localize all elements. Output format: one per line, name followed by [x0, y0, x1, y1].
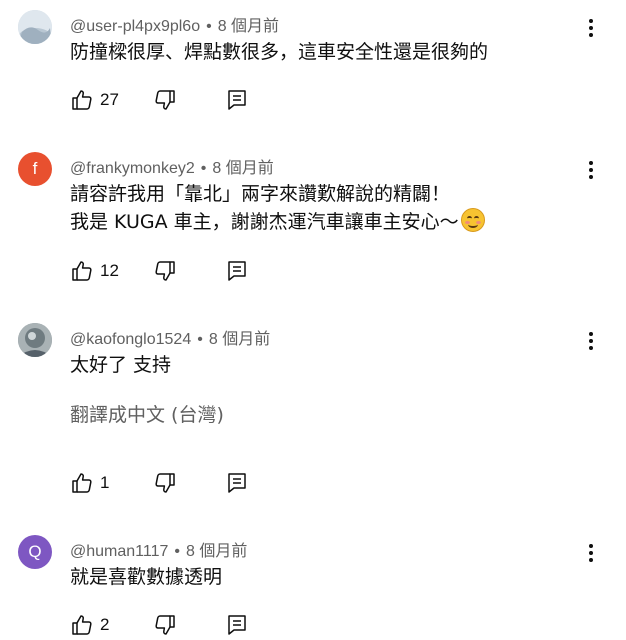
- avatar[interactable]: [18, 323, 52, 357]
- dislike-button[interactable]: [153, 613, 177, 637]
- dislike-button[interactable]: [153, 88, 177, 112]
- like-count: 1: [100, 473, 110, 492]
- comment-meta: @user-pl4px9pl6o • 8 個月前: [70, 12, 279, 36]
- thumbs-down-icon: [155, 615, 175, 635]
- comment-line: 防撞樑很厚、焊點數很多，這車安全性還是很夠的: [70, 41, 489, 63]
- dislike-button[interactable]: [153, 471, 177, 495]
- separator-dot: •: [197, 331, 203, 348]
- comment-line: 就是喜歡數據透明: [70, 566, 223, 588]
- like-count: 27: [100, 90, 119, 109]
- avatar-letter: Q: [28, 542, 42, 561]
- thumbs-down-icon: [155, 90, 175, 110]
- avatar-image-icon: [18, 323, 52, 357]
- comment-line: 我是 KUGA 車主，謝謝杰運汽車讓車主安心～: [70, 211, 459, 233]
- like-button[interactable]: 1: [70, 471, 109, 495]
- comment-time[interactable]: 8 個月前: [212, 160, 273, 177]
- reply-button[interactable]: [225, 259, 249, 283]
- thumbs-up-icon: [72, 90, 92, 110]
- avatar[interactable]: [18, 10, 52, 44]
- separator-dot: •: [200, 160, 207, 177]
- like-button[interactable]: 2: [70, 613, 109, 637]
- reply-button[interactable]: [225, 88, 249, 112]
- comment-author[interactable]: @human1117: [70, 543, 168, 560]
- more-vert-icon[interactable]: [580, 328, 602, 354]
- comment-line-with-emoji: 我是 KUGA 車主，謝謝杰運汽車讓車主安心～: [70, 208, 485, 236]
- more-vert-icon[interactable]: [580, 157, 602, 183]
- comment-time[interactable]: 8 個月前: [209, 331, 270, 348]
- separator-dot: •: [206, 18, 212, 35]
- comment-line: 請容許我用「靠北」兩字來讚歎解說的精闢！: [70, 183, 451, 205]
- comment-line: 太好了 支持: [70, 354, 172, 376]
- translate-link[interactable]: 翻譯成中文 (台灣): [70, 400, 224, 427]
- avatar-image-icon: [18, 10, 52, 44]
- comment-author[interactable]: @frankymonkey2: [70, 160, 195, 177]
- avatar-letter: f: [32, 159, 38, 178]
- thumbs-up-icon: [72, 615, 92, 635]
- reply-icon: [228, 90, 246, 110]
- like-count: 12: [100, 261, 119, 280]
- comment-text: 太好了 支持: [70, 351, 171, 379]
- comment-author[interactable]: @kaofonglo1524: [70, 331, 191, 348]
- reply-icon: [228, 473, 246, 493]
- like-count: 2: [100, 615, 110, 634]
- thumbs-up-icon: [72, 473, 92, 493]
- smiling-face-emoji-icon: [460, 208, 485, 232]
- comment-meta: @frankymonkey2 • 8 個月前: [70, 154, 274, 178]
- more-vert-icon[interactable]: [580, 540, 602, 566]
- comment-time[interactable]: 8 個月前: [186, 543, 247, 560]
- comment-text: 請容許我用「靠北」兩字來讚歎解說的精闢！ 我是 KUGA 車主，謝謝杰運汽車讓車…: [70, 180, 485, 236]
- comment-meta: @kaofonglo1524 • 8 個月前: [70, 325, 270, 349]
- comment-text: 就是喜歡數據透明: [70, 563, 222, 591]
- avatar[interactable]: f: [18, 152, 52, 186]
- comment-author[interactable]: @user-pl4px9pl6o: [70, 18, 200, 35]
- separator-dot: •: [174, 543, 180, 560]
- reply-icon: [228, 615, 246, 635]
- like-button[interactable]: 12: [70, 259, 119, 283]
- comment-time[interactable]: 8 個月前: [218, 18, 279, 35]
- dislike-button[interactable]: [153, 259, 177, 283]
- thumbs-up-icon: [72, 261, 92, 281]
- thumbs-down-icon: [155, 473, 175, 493]
- comment-meta: @human1117 • 8 個月前: [70, 537, 247, 561]
- like-button[interactable]: 27: [70, 88, 119, 112]
- reply-button[interactable]: [225, 471, 249, 495]
- thumbs-down-icon: [155, 261, 175, 281]
- reply-icon: [228, 261, 246, 281]
- more-vert-icon[interactable]: [580, 15, 602, 41]
- avatar[interactable]: Q: [18, 535, 52, 569]
- comment-text: 防撞樑很厚、焊點數很多，這車安全性還是很夠的: [70, 38, 488, 66]
- reply-button[interactable]: [225, 613, 249, 637]
